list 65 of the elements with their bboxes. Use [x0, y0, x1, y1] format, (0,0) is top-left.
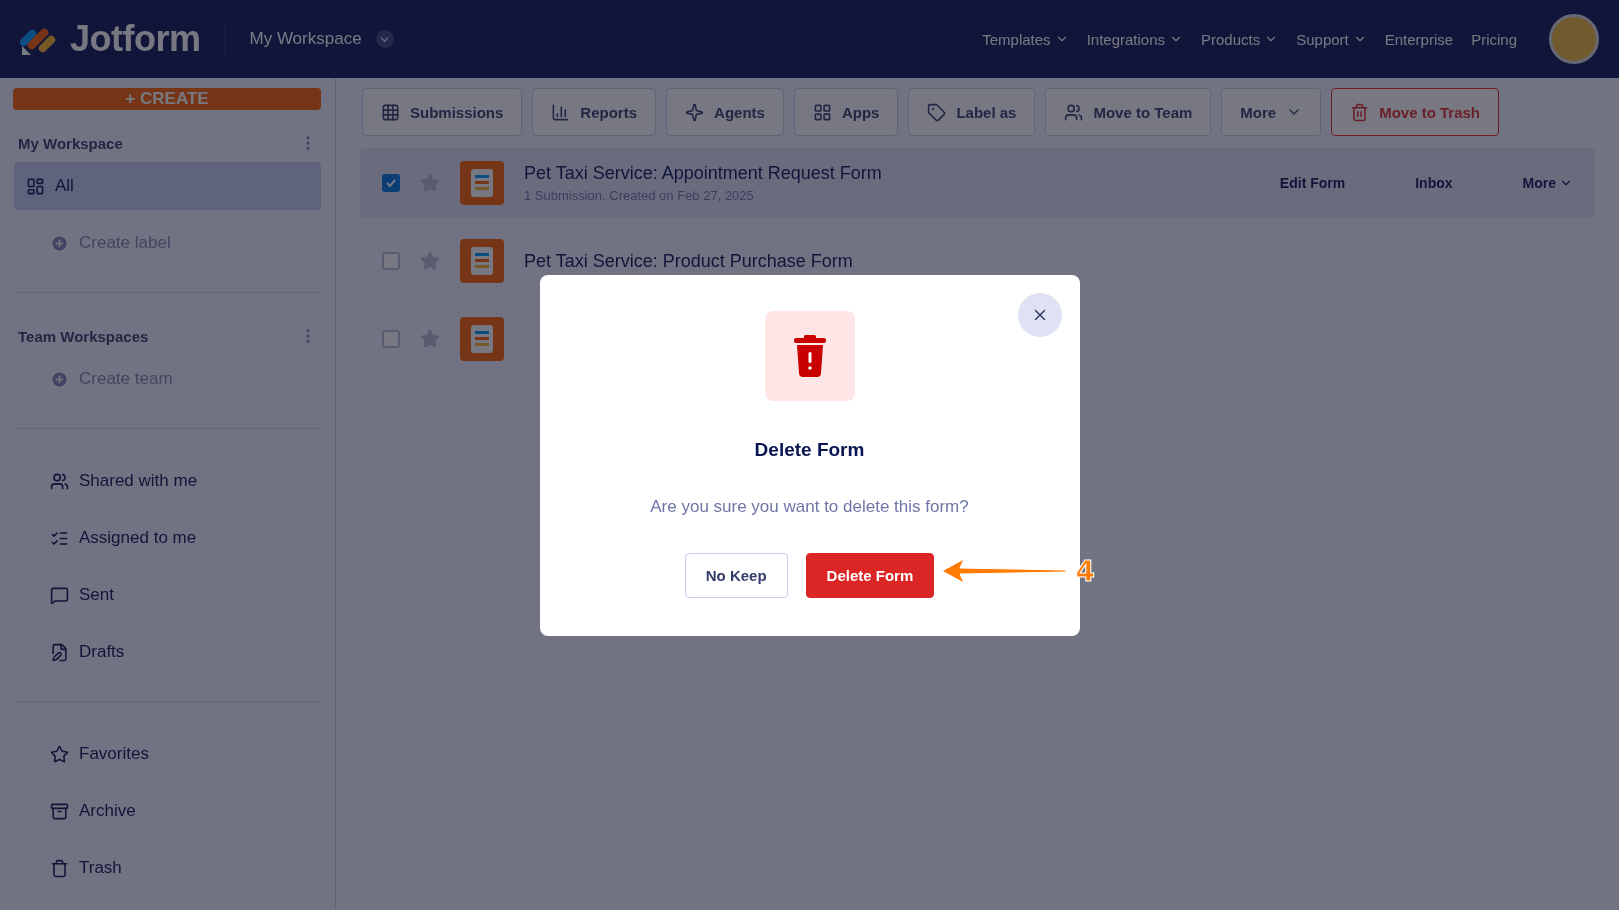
grid-icon	[812, 102, 832, 122]
row-action-link[interactable]: Edit Form	[1279, 175, 1346, 191]
create-button[interactable]: + CREATE	[13, 88, 321, 110]
nav-link[interactable]: Templates	[982, 30, 1069, 48]
bar-chart-icon	[551, 102, 571, 122]
trash-icon	[1350, 102, 1370, 122]
form-icon	[460, 161, 504, 205]
sidebar-item[interactable]: Drafts	[14, 628, 321, 676]
tag-icon	[927, 102, 947, 122]
sidebar-item[interactable]: Favorites	[14, 730, 321, 778]
toolbar-button[interactable]: More	[1221, 88, 1322, 136]
users-icon	[50, 471, 69, 491]
checkmark-icon	[385, 177, 397, 189]
plus-circle-icon	[50, 369, 69, 389]
nav-link[interactable]: Pricing	[1471, 30, 1517, 48]
brand-name[interactable]: Jotform	[70, 18, 201, 60]
cancel-button[interactable]: No Keep	[684, 552, 788, 598]
message-icon	[50, 585, 69, 605]
sidebar-item[interactable]: All	[14, 162, 321, 210]
section-title: Team Workspaces	[18, 327, 149, 345]
file-pen-icon	[50, 642, 69, 662]
form-title[interactable]: Pet Taxi Service: Product Purchase Form	[524, 250, 1573, 272]
form-row[interactable]: Pet Taxi Service: Product Purchase Form	[360, 226, 1595, 296]
form-icon	[460, 317, 504, 361]
delete-button[interactable]: Delete Form	[805, 552, 935, 598]
toolbar-button[interactable]: Apps	[793, 88, 899, 136]
toolbar-button[interactable]: Move to Team	[1045, 88, 1212, 136]
nav-link[interactable]: Enterprise	[1384, 30, 1454, 48]
star-icon[interactable]	[420, 329, 440, 349]
checkbox[interactable]	[382, 330, 400, 348]
chevron-down-icon[interactable]	[375, 30, 394, 48]
checkbox[interactable]	[382, 252, 400, 270]
star-icon[interactable]	[420, 251, 440, 271]
toolbar-button[interactable]: Submissions	[362, 88, 523, 136]
form-icon	[460, 239, 504, 283]
users-icon	[1064, 102, 1084, 122]
avatar[interactable]	[1549, 14, 1599, 64]
nav-link[interactable]: Products	[1201, 30, 1279, 48]
checkbox[interactable]	[382, 174, 400, 192]
sidebar-item[interactable]: Sent	[14, 571, 321, 619]
sparkle-icon	[685, 102, 705, 122]
trash-icon	[50, 858, 69, 878]
dashboard-icon	[26, 176, 45, 196]
sidebar-item[interactable]: Trash	[14, 844, 321, 892]
form-title[interactable]: Pet Taxi Service: Appointment Request Form	[524, 163, 1210, 184]
toolbar-button[interactable]: Move to Trash	[1331, 88, 1500, 136]
archive-icon	[50, 801, 69, 821]
star-icon	[50, 744, 69, 764]
row-action-link[interactable]: More	[1522, 175, 1573, 191]
dialog-title: Delete Form	[754, 438, 865, 461]
section-title: My Workspace	[18, 134, 123, 152]
workspace-name[interactable]: My Workspace	[249, 29, 362, 49]
grid-icon	[381, 102, 400, 122]
nav-link[interactable]: Support	[1296, 30, 1367, 48]
nav-link[interactable]: Integrations	[1086, 30, 1183, 48]
toolbar-button[interactable]: Label as	[908, 88, 1036, 136]
sidebar-item[interactable]: Assigned to me	[14, 514, 321, 562]
toolbar-button[interactable]: Reports	[532, 88, 657, 136]
dialog-message: Are you sure you want to delete this form?	[650, 496, 969, 517]
sidebar-item[interactable]: Shared with me	[14, 457, 321, 505]
trash-warning-icon	[764, 310, 855, 401]
toolbar-button[interactable]: Agents	[666, 88, 784, 136]
sidebar-item[interactable]: Archive	[14, 787, 321, 835]
row-action-link[interactable]: Inbox	[1415, 175, 1453, 191]
plus-circle-icon	[50, 233, 69, 253]
